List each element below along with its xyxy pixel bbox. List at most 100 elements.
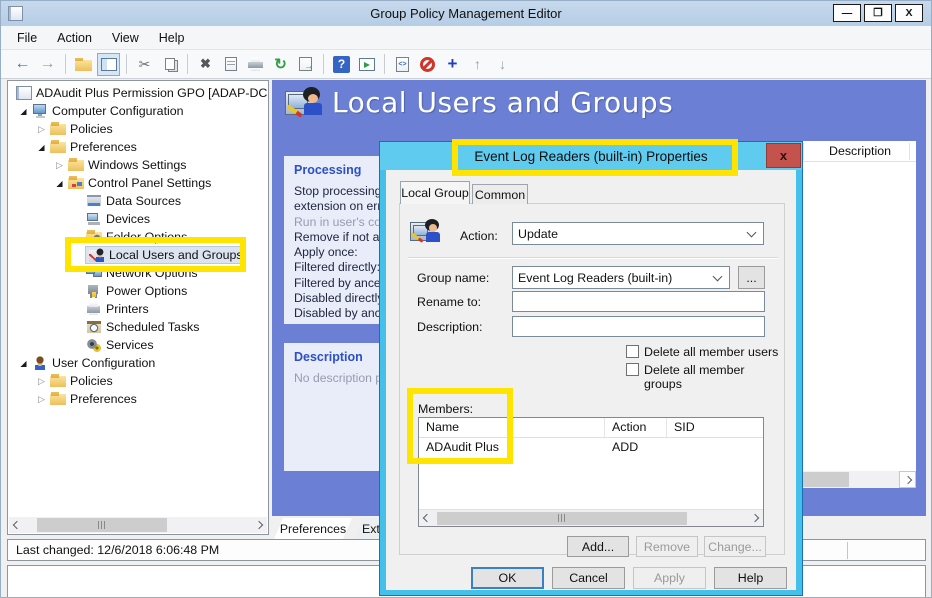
menu-file[interactable]: File [7,27,47,49]
expander-open-icon[interactable]: ◢ [16,107,31,116]
toolbar-separator [323,54,324,74]
cut-icon[interactable]: ✂ [133,53,156,76]
action-dropdown[interactable]: Update [512,222,764,245]
window-title: Group Policy Management Editor [1,6,931,21]
rename-to-input[interactable] [512,291,765,312]
folder-icon [50,392,66,406]
move-down-icon[interactable]: ↓ [491,53,514,76]
tree-item-user-configuration[interactable]: ◢ User Configuration [8,354,268,372]
tree-item-preferences[interactable]: ◢ Preferences [8,138,268,156]
computer-icon [32,104,48,118]
services-icon [86,338,102,352]
description-label: Description: [417,320,482,334]
open-folder-icon[interactable] [72,53,95,76]
xml-report-icon[interactable]: <> [391,53,414,76]
tree-item-devices[interactable]: Devices [8,210,268,228]
scrollbar-thumb[interactable] [37,518,167,532]
remove-button[interactable]: Remove [636,536,698,557]
status-pane-divider [847,542,848,559]
tree-item-data-sources[interactable]: Data Sources [8,192,268,210]
expander-closed-icon[interactable]: ▷ [34,124,49,135]
column-action[interactable]: Action [605,418,667,437]
folder-icon [50,122,66,136]
toolbar: ← → ✂ ✖ ↻ ? <> + ↑ ↓ [1,50,931,79]
forward-icon[interactable]: → [36,53,59,76]
tree-item-user-preferences[interactable]: ▷ Preferences [8,390,268,408]
block-icon[interactable] [416,53,439,76]
column-sid[interactable]: SID [667,418,763,437]
menu-action[interactable]: Action [47,27,102,49]
description-column-header[interactable]: Description [829,144,891,158]
tree-item-control-panel-settings[interactable]: ◢ Control Panel Settings [8,174,268,192]
delete-icon[interactable]: ✖ [194,53,217,76]
folder-icon [50,140,66,154]
expander-open-icon[interactable]: ◢ [16,359,31,368]
tab-preferences[interactable]: Preferences [274,518,352,539]
expander-closed-icon[interactable]: ▷ [34,376,49,387]
local-group-tabpage: Action: Update Group name: Event Log Rea… [399,203,785,555]
control-panel-folder-icon [68,176,84,190]
tree-item-power-options[interactable]: Power Options [8,282,268,300]
description-input[interactable] [512,316,765,337]
properties-icon[interactable] [219,53,242,76]
scrollbar-thumb[interactable] [437,512,687,525]
tree-item-scheduled-tasks[interactable]: Scheduled Tasks [8,318,268,336]
export-list-icon[interactable] [294,53,317,76]
expander-open-icon[interactable]: ◢ [52,179,67,188]
page-title: Local Users and Groups [332,86,673,119]
tree-item-folder-options[interactable]: Folder Options [8,228,268,246]
devices-icon [86,212,102,226]
refresh-icon[interactable]: ↻ [269,53,292,76]
tree-item-computer-configuration[interactable]: ◢ Computer Configuration [8,102,268,120]
add-icon[interactable]: + [441,53,464,76]
member-row[interactable]: ADAudit Plus ADD [419,438,763,456]
column-name[interactable]: Name [419,418,605,437]
tree-item-local-users-and-groups[interactable]: Local Users and Groups [8,246,268,264]
help-icon[interactable]: ? [330,53,353,76]
scroll-right-icon[interactable] [251,517,267,533]
ok-button[interactable]: OK [471,567,544,589]
group-name-dropdown[interactable]: Event Log Readers (built-in) [512,266,730,289]
toolbar-separator [126,54,127,74]
delete-member-users-checkbox[interactable] [626,345,639,358]
members-horizontal-scrollbar[interactable] [419,509,763,526]
tree-item-services[interactable]: Services [8,336,268,354]
members-label: Members: [418,402,473,416]
scroll-right-icon[interactable] [899,471,916,488]
expander-open-icon[interactable]: ◢ [34,143,49,152]
menu-help[interactable]: Help [149,27,195,49]
tree-item-network-options[interactable]: Network Options [8,264,268,282]
scroll-left-icon[interactable] [419,510,435,526]
tree-item-user-policies[interactable]: ▷ Policies [8,372,268,390]
tree-item-policies[interactable]: ▷ Policies [8,120,268,138]
help-button[interactable]: Help [714,567,787,589]
tree-item-gpo-root[interactable]: ADAudit Plus Permission GPO [ADAP-DC3.AD [8,84,268,102]
copy-icon[interactable] [158,53,181,76]
tree-item-windows-settings[interactable]: ▷ Windows Settings [8,156,268,174]
expander-closed-icon[interactable]: ▷ [52,160,67,171]
scroll-right-icon[interactable] [747,510,763,526]
dialog-close-icon[interactable]: x [766,143,801,168]
tree-item-printers[interactable]: Printers [8,300,268,318]
delete-member-groups-checkbox[interactable] [626,363,639,376]
change-button[interactable]: Change... [704,536,766,557]
expander-closed-icon[interactable]: ▷ [34,394,49,405]
minimize-button[interactable]: — [833,4,861,22]
add-button[interactable]: Add... [567,536,629,557]
toolbar-separator [384,54,385,74]
apply-button[interactable]: Apply [633,567,706,589]
scroll-left-icon[interactable] [9,517,25,533]
tab-common[interactable]: Common [472,184,528,204]
tree-horizontal-scrollbar[interactable] [9,517,267,533]
console-window-icon[interactable] [355,53,378,76]
back-icon[interactable]: ← [11,53,34,76]
browse-button[interactable]: ... [738,266,765,289]
tab-local-group[interactable]: Local Group [400,181,470,204]
print-icon[interactable] [244,53,267,76]
maximize-button[interactable]: ❐ [864,4,892,22]
menu-view[interactable]: View [102,27,149,49]
show-console-tree-icon[interactable] [97,53,120,76]
close-button[interactable]: X [895,4,923,22]
move-up-icon[interactable]: ↑ [466,53,489,76]
cancel-button[interactable]: Cancel [552,567,625,589]
